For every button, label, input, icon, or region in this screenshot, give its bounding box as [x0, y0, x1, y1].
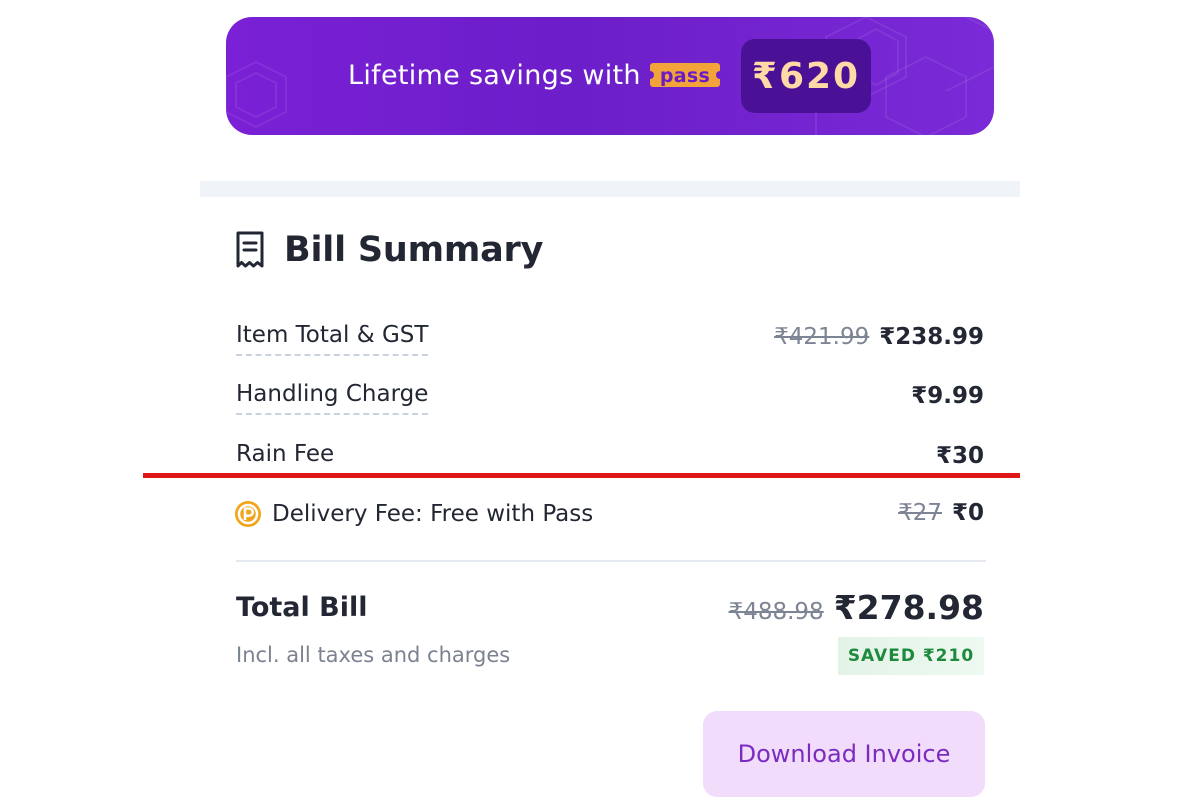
- highlight-line: [143, 473, 1020, 478]
- download-invoice-button[interactable]: Download Invoice: [703, 711, 985, 797]
- delivery-fee-price: ₹0: [951, 500, 984, 526]
- total-bill-label: Total Bill: [236, 592, 368, 623]
- item-total-value: ₹421.99 ₹238.99: [774, 324, 984, 350]
- rain-fee-price: ₹30: [935, 443, 984, 469]
- delivery-fee-label: Delivery Fee: Free with Pass: [272, 501, 594, 527]
- item-total-label[interactable]: Item Total & GST: [236, 322, 429, 356]
- lifetime-savings-text: Lifetime savings with: [348, 59, 641, 91]
- lifetime-savings-banner[interactable]: Lifetime savings with pass ₹620: [226, 17, 994, 135]
- section-divider: [200, 181, 1020, 197]
- item-total-original-price: ₹421.99: [774, 324, 870, 350]
- lifetime-savings-amount: ₹620: [741, 39, 871, 113]
- handling-charge-value: ₹9.99: [911, 383, 984, 409]
- item-total-price: ₹238.99: [879, 324, 984, 350]
- total-bill-sublabel: Incl. all taxes and charges: [236, 643, 511, 667]
- delivery-fee-original-price: ₹27: [898, 500, 942, 526]
- handling-charge-label[interactable]: Handling Charge: [236, 381, 429, 415]
- total-bill-value: ₹488.98 ₹278.98: [729, 588, 984, 627]
- pass-p-icon: [235, 501, 261, 527]
- saved-badge: SAVED ₹210: [838, 637, 984, 675]
- bill-summary-title: Bill Summary: [284, 230, 544, 270]
- rain-fee-label: Rain Fee: [236, 441, 335, 467]
- delivery-fee-row: Delivery Fee: Free with Pass: [234, 500, 593, 528]
- receipt-icon: [236, 231, 264, 268]
- delivery-fee-value: ₹27 ₹0: [898, 500, 984, 526]
- total-original-price: ₹488.98: [728, 599, 824, 625]
- divider-line: [236, 560, 986, 562]
- svg-text:pass: pass: [660, 65, 710, 87]
- bill-summary-header: Bill Summary: [234, 230, 543, 270]
- total-bill-amount: ₹278.98: [833, 588, 984, 627]
- rain-fee-value: ₹30: [936, 443, 984, 469]
- pass-logo-icon: pass: [648, 63, 721, 87]
- lifetime-savings-label: Lifetime savings with pass: [348, 55, 721, 95]
- handling-charge-price: ₹9.99: [911, 383, 984, 409]
